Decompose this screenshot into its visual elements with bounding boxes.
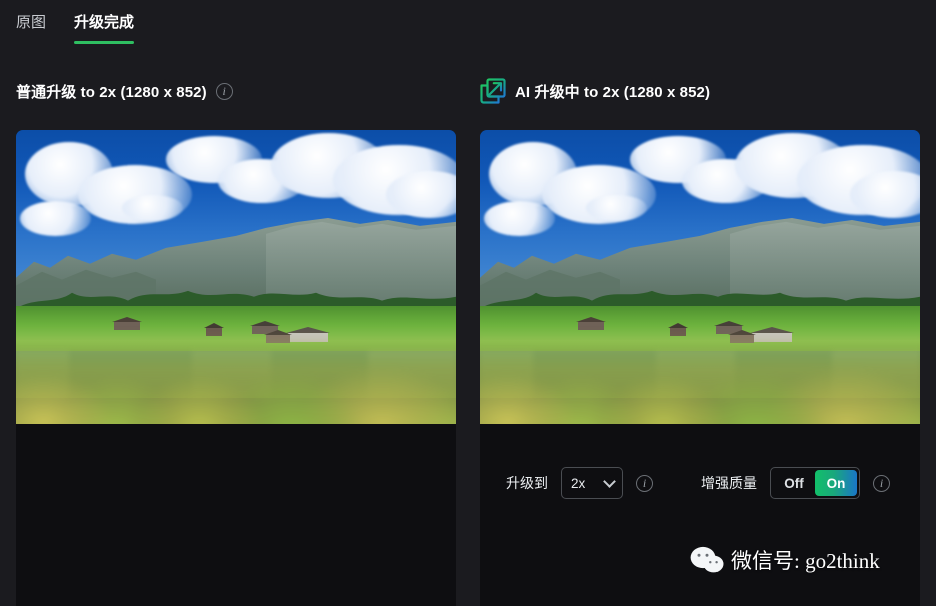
ai-upscale-header: AI 升级中 to 2x (1280 x 852) bbox=[480, 76, 924, 106]
comparison-columns: 普通升级 to 2x (1280 x 852) i AI 升级中 to 2x (… bbox=[0, 56, 936, 606]
scale-info-icon[interactable]: i bbox=[636, 474, 653, 492]
standard-upscale-panel: 下载图片 bbox=[16, 130, 456, 606]
quality-toggle-off[interactable]: Off bbox=[773, 470, 815, 496]
scale-select-value: 2x bbox=[571, 475, 586, 491]
quality-info-icon[interactable]: i bbox=[873, 474, 890, 492]
ai-upscale-title: AI 升级中 to 2x (1280 x 852) bbox=[515, 83, 711, 101]
scale-label: 升级到 bbox=[506, 475, 548, 491]
info-icon[interactable]: i bbox=[215, 82, 233, 100]
ai-upscale-controls: 升级到 2x i 增强质量 Off On i bbox=[480, 466, 920, 500]
tab-bar: 原图 升级完成 bbox=[0, 0, 936, 56]
scale-select[interactable]: 2x bbox=[561, 467, 623, 499]
quality-toggle[interactable]: Off On bbox=[770, 467, 860, 499]
quality-toggle-on[interactable]: On bbox=[815, 470, 857, 496]
standard-upscale-title: 普通升级 to 2x (1280 x 852) bbox=[16, 83, 207, 101]
tab-original[interactable]: 原图 bbox=[16, 12, 46, 44]
upscale-result-screen: 原图 升级完成 普通升级 to 2x (1280 x 852) i AI 升级中… bbox=[0, 0, 936, 606]
ai-upscale-panel: 升级到 2x i 增强质量 Off On i bbox=[480, 130, 920, 606]
standard-upscale-header: 普通升级 to 2x (1280 x 852) i bbox=[16, 76, 456, 106]
standard-upscale-image bbox=[16, 130, 456, 424]
ai-upscale-panel-body: 升级到 2x i 增强质量 Off On i bbox=[480, 424, 920, 606]
column-ai-upscale: AI 升级中 to 2x (1280 x 852) 升级到 2x i 增强质量 … bbox=[468, 56, 936, 606]
tab-original-label: 原图 bbox=[16, 14, 47, 31]
tab-active-underline bbox=[74, 41, 135, 44]
photo-foreground-grass-ai bbox=[480, 332, 920, 424]
chevron-down-icon bbox=[603, 475, 616, 488]
standard-upscale-panel-body: 下载图片 bbox=[16, 424, 456, 606]
column-standard-upscale: 普通升级 to 2x (1280 x 852) i bbox=[0, 56, 468, 606]
tab-upscale-complete[interactable]: 升级完成 bbox=[74, 12, 135, 44]
tab-upscale-complete-label: 升级完成 bbox=[74, 14, 135, 31]
quality-label: 增强质量 bbox=[701, 475, 757, 491]
ai-upscale-image bbox=[480, 130, 920, 424]
ai-upscale-icon bbox=[480, 78, 506, 104]
photo-foreground-grass bbox=[16, 332, 456, 424]
